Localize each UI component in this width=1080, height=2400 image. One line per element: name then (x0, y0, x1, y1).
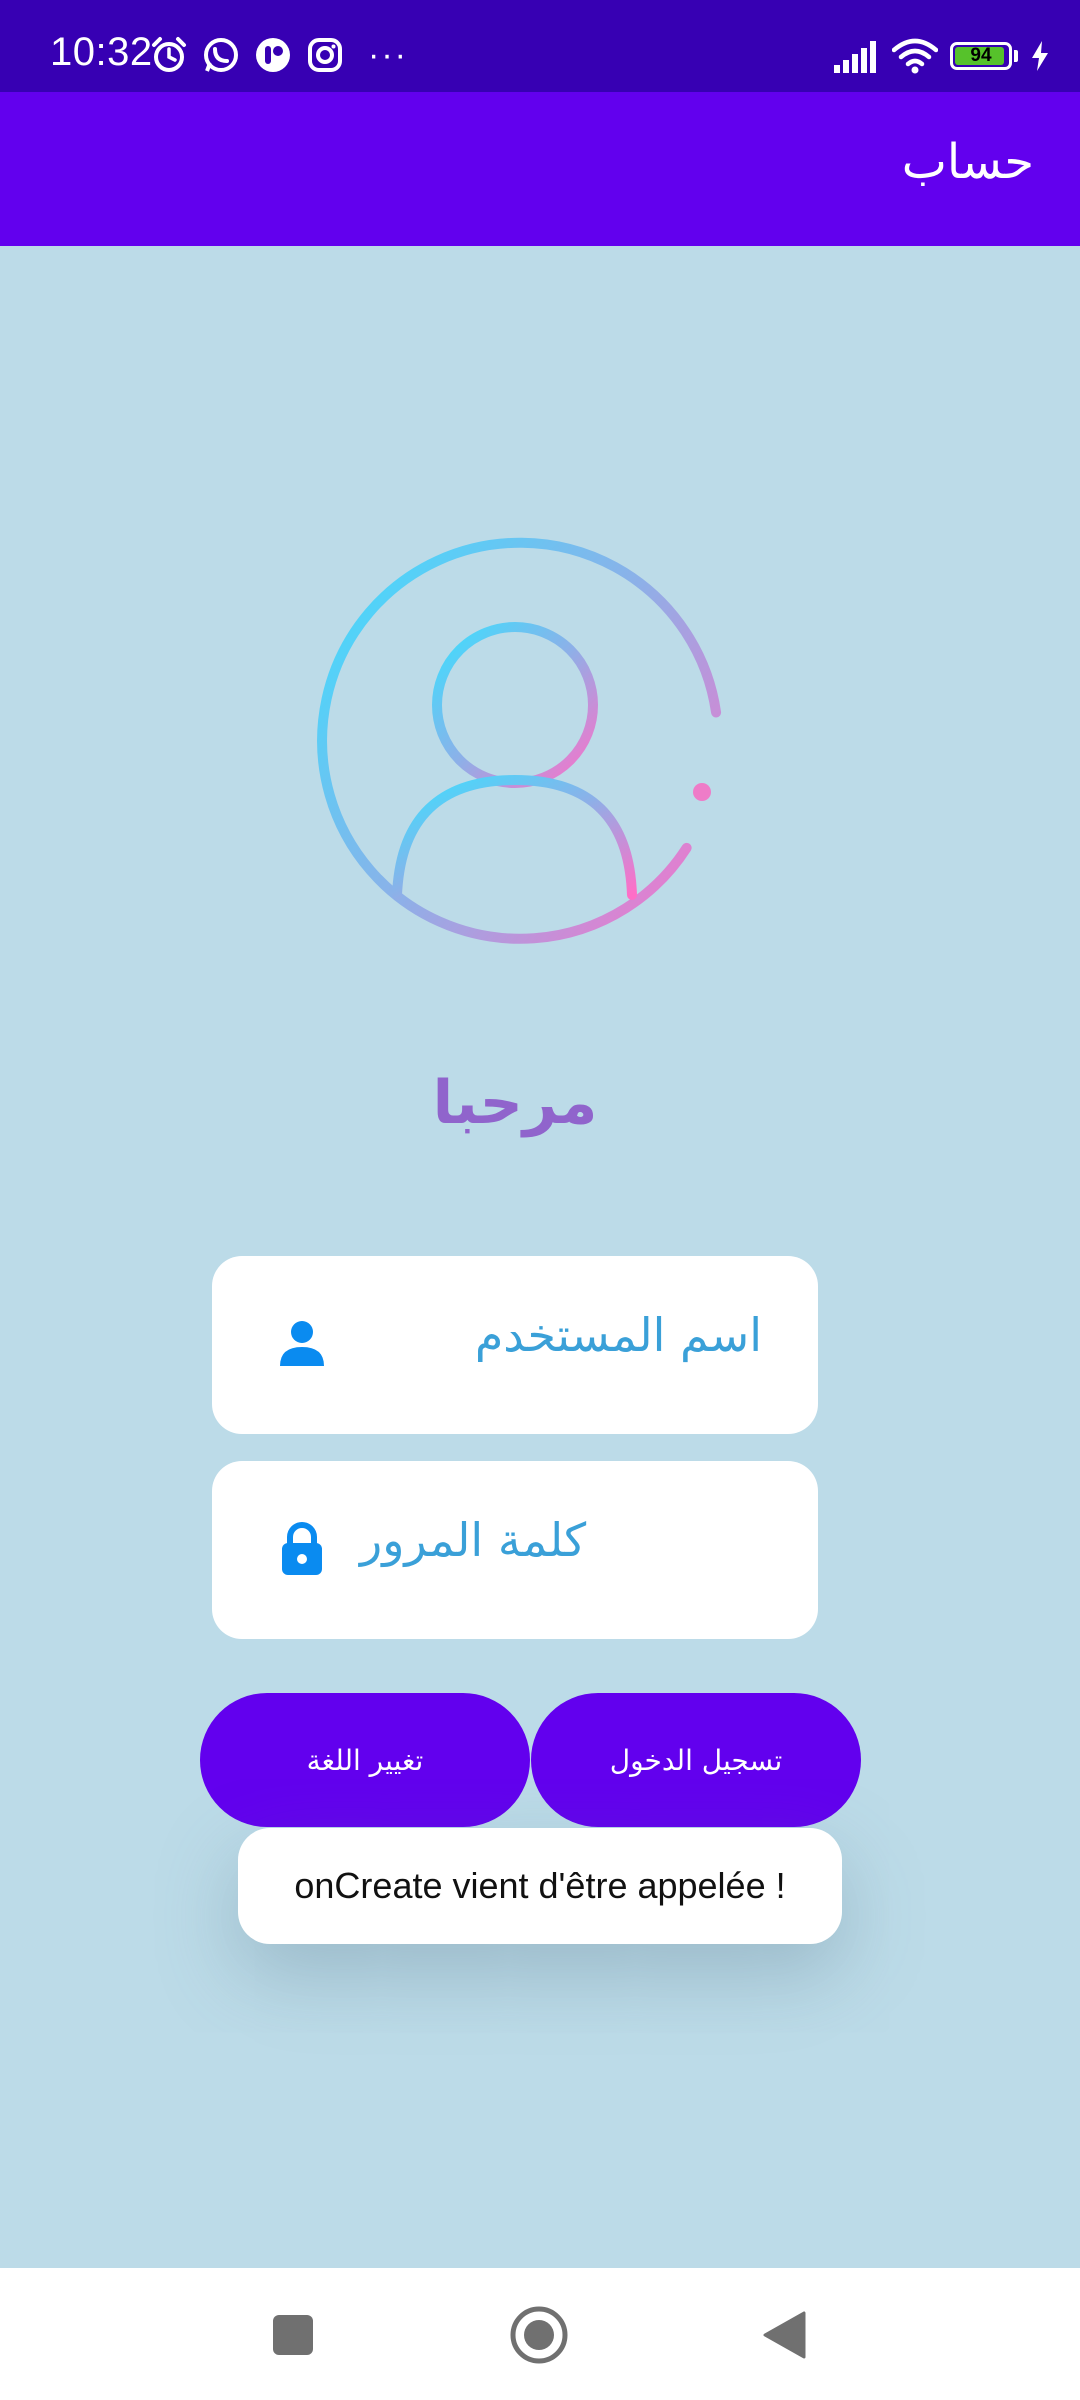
app-bar: حساب (0, 92, 1080, 246)
status-time: 10:32 (50, 30, 153, 74)
lock-icon (282, 1522, 322, 1575)
login-button[interactable]: تسجيل الدخول (531, 1693, 861, 1827)
home-button[interactable] (504, 2300, 574, 2370)
system-icons: 94 (832, 38, 1050, 74)
change-language-button[interactable]: تغيير اللغة (200, 1693, 530, 1827)
battery-tip (1014, 50, 1018, 62)
back-triangle-icon (763, 2311, 806, 2359)
wifi-icon (892, 38, 938, 74)
whatsapp-icon (204, 38, 238, 72)
battery-level: 94 (970, 45, 992, 66)
more-notifications-icon: ··· (368, 36, 408, 74)
charging-icon (1032, 41, 1048, 71)
recents-square-icon (273, 2315, 313, 2355)
signal-icon (834, 41, 876, 73)
navigation-bar (0, 2268, 1080, 2400)
username-placeholder: اسم المستخدم (474, 1308, 762, 1362)
password-placeholder: كلمة المرور (360, 1513, 587, 1567)
page-title: حساب (901, 134, 1034, 190)
app-icon (256, 38, 290, 72)
username-field[interactable]: اسم المستخدم (212, 1256, 818, 1434)
home-circle-icon (510, 2306, 568, 2364)
welcome-title: مرحبا (432, 1068, 598, 1138)
alarm-icon (152, 37, 186, 72)
battery-icon: 94 (950, 42, 1012, 70)
recents-button[interactable] (258, 2300, 328, 2370)
password-field[interactable]: كلمة المرور (212, 1461, 818, 1639)
notification-icons: ··· (150, 36, 408, 74)
instagram-icon (308, 38, 342, 72)
status-bar: 10:32 ··· 94 (0, 0, 1080, 92)
person-icon (280, 1321, 324, 1366)
toast-message: onCreate vient d'être appelée ! (238, 1828, 842, 1944)
back-button[interactable] (750, 2300, 820, 2370)
user-avatar-icon (317, 537, 722, 944)
